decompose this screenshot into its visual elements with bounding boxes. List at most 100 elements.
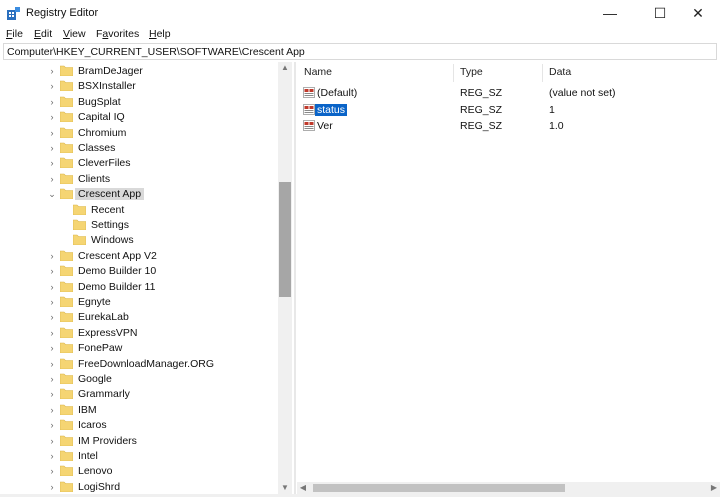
value-data: (value not set) (549, 87, 616, 99)
chevron-right-icon[interactable]: › (48, 97, 56, 106)
scroll-down-arrow-icon[interactable]: ▼ (278, 482, 292, 494)
scroll-left-arrow-icon[interactable]: ◀ (297, 482, 309, 494)
tree-item[interactable]: › IBM (0, 403, 278, 418)
chevron-right-icon[interactable]: › (48, 159, 56, 168)
tree-item[interactable]: Recent (0, 203, 278, 218)
tree-item[interactable]: › Lenovo (0, 464, 278, 479)
tree-item[interactable]: › Grammarly (0, 387, 278, 402)
chevron-right-icon[interactable]: › (48, 328, 56, 337)
column-header-data[interactable]: Data (549, 66, 571, 78)
tree-item-label: Crescent App (75, 188, 145, 201)
column-divider[interactable] (542, 64, 543, 82)
close-button[interactable]: ✕ (676, 0, 720, 27)
tree-item-label: Chromium (78, 126, 127, 139)
chevron-right-icon[interactable]: › (48, 144, 56, 153)
chevron-right-icon[interactable]: › (48, 390, 56, 399)
chevron-right-icon[interactable]: › (48, 113, 56, 122)
tree-item[interactable]: › Demo Builder 10 (0, 264, 278, 279)
tree-item-label: Windows (91, 234, 134, 247)
folder-icon (60, 81, 73, 92)
menu-view[interactable]: View (63, 28, 86, 40)
chevron-right-icon[interactable]: › (48, 467, 56, 476)
tree-item-label: Grammarly (78, 388, 130, 401)
tree-item[interactable]: › CleverFiles (0, 156, 278, 171)
chevron-right-icon[interactable]: › (48, 267, 56, 276)
menu-edit[interactable]: Edit (34, 28, 52, 40)
chevron-right-icon[interactable]: › (48, 251, 56, 260)
chevron-right-icon[interactable]: › (48, 452, 56, 461)
folder-icon (60, 111, 73, 123)
chevron-down-icon[interactable]: ⌄ (48, 190, 56, 199)
tree-item[interactable]: › BSXInstaller (0, 79, 278, 94)
address-path[interactable]: Computer\HKEY_CURRENT_USER\SOFTWARE\Cres… (7, 46, 305, 58)
column-header-name[interactable]: Name (304, 66, 332, 78)
tree-item[interactable]: › EurekaLab (0, 310, 278, 325)
tree-item[interactable]: › Intel (0, 449, 278, 464)
folder-icon (60, 466, 73, 477)
scroll-up-arrow-icon[interactable]: ▲ (278, 62, 292, 74)
tree-item-label: Google (78, 373, 112, 385)
tree-item[interactable]: › Demo Builder 11 (0, 280, 278, 295)
value-row[interactable]: (Default) REG_SZ (value not set) (297, 86, 717, 101)
tree-scrollbar-thumb[interactable] (279, 182, 291, 297)
value-row[interactable]: Ver REG_SZ 1.0 (297, 119, 717, 134)
folder-icon (73, 204, 86, 215)
tree-item[interactable]: › Crescent App V2 (0, 249, 278, 264)
tree-vertical-scrollbar[interactable]: ▲ ▼ (278, 62, 292, 494)
tree-item[interactable]: › FonePaw (0, 341, 278, 356)
chevron-right-icon[interactable]: › (48, 359, 56, 368)
folder-icon (60, 373, 73, 384)
chevron-right-icon[interactable]: › (48, 282, 56, 291)
value-row[interactable]: status REG_SZ 1 (297, 103, 717, 118)
tree-item[interactable]: › Google (0, 372, 278, 387)
tree-item[interactable]: › LogiShrd (0, 480, 278, 494)
minimize-button[interactable]: — (588, 0, 632, 27)
chevron-right-icon[interactable]: › (48, 421, 56, 430)
menu-file[interactable]: File (6, 28, 23, 40)
tree-item-label: IBM (78, 403, 97, 416)
chevron-right-icon[interactable]: › (48, 67, 56, 76)
chevron-right-icon[interactable]: › (48, 482, 56, 491)
value-name: (Default) (317, 87, 358, 99)
chevron-right-icon[interactable]: › (48, 436, 56, 445)
tree-item[interactable]: › IM Providers (0, 434, 278, 449)
column-divider[interactable] (453, 64, 454, 82)
chevron-right-icon[interactable]: › (48, 298, 56, 307)
chevron-right-icon[interactable]: › (48, 128, 56, 137)
chevron-right-icon[interactable]: › (48, 344, 56, 353)
tree-item-label: LogiShrd (78, 480, 121, 493)
folder-icon (60, 158, 73, 169)
folder-icon (60, 96, 73, 107)
chevron-right-icon[interactable]: › (48, 82, 56, 91)
tree-item[interactable]: › Classes (0, 141, 278, 156)
tree-item[interactable]: ⌄ Crescent App (0, 187, 278, 202)
string-value-icon (303, 103, 315, 115)
folder-icon (60, 296, 73, 307)
tree-item[interactable]: › Egnyte (0, 295, 278, 310)
scroll-right-arrow-icon[interactable]: ▶ (708, 482, 720, 494)
menu-help[interactable]: Help (149, 28, 171, 40)
list-horizontal-scrollbar[interactable]: ◀ ▶ (297, 482, 720, 494)
folder-icon (60, 389, 73, 400)
list-scrollbar-thumb[interactable] (313, 484, 565, 492)
tree-item[interactable]: Settings (0, 218, 278, 233)
tree-item[interactable]: › Icaros (0, 418, 278, 433)
tree-item[interactable]: › BramDeJager (0, 64, 278, 79)
tree-item[interactable]: › BugSplat (0, 95, 278, 110)
tree-item[interactable]: Windows (0, 233, 278, 248)
tree-item[interactable]: › FreeDownloadManager.ORG (0, 357, 278, 372)
tree-item[interactable]: › Capital IQ (0, 110, 278, 125)
tree-item[interactable]: › Chromium (0, 126, 278, 141)
address-bar[interactable]: Computer\HKEY_CURRENT_USER\SOFTWARE\Cres… (3, 43, 717, 60)
window-title: Registry Editor (26, 7, 99, 19)
title-bar: Registry Editor — ☐ ✕ (0, 0, 720, 27)
chevron-right-icon[interactable]: › (48, 313, 56, 322)
chevron-right-icon[interactable]: › (48, 375, 56, 384)
chevron-right-icon[interactable]: › (48, 405, 56, 414)
tree-item[interactable]: › Clients (0, 172, 278, 187)
tree-item[interactable]: › ExpressVPN (0, 326, 278, 341)
pane-splitter[interactable] (294, 62, 296, 494)
menu-favorites[interactable]: Favorites (96, 28, 139, 40)
chevron-right-icon[interactable]: › (48, 174, 56, 183)
column-header-type[interactable]: Type (460, 66, 483, 78)
